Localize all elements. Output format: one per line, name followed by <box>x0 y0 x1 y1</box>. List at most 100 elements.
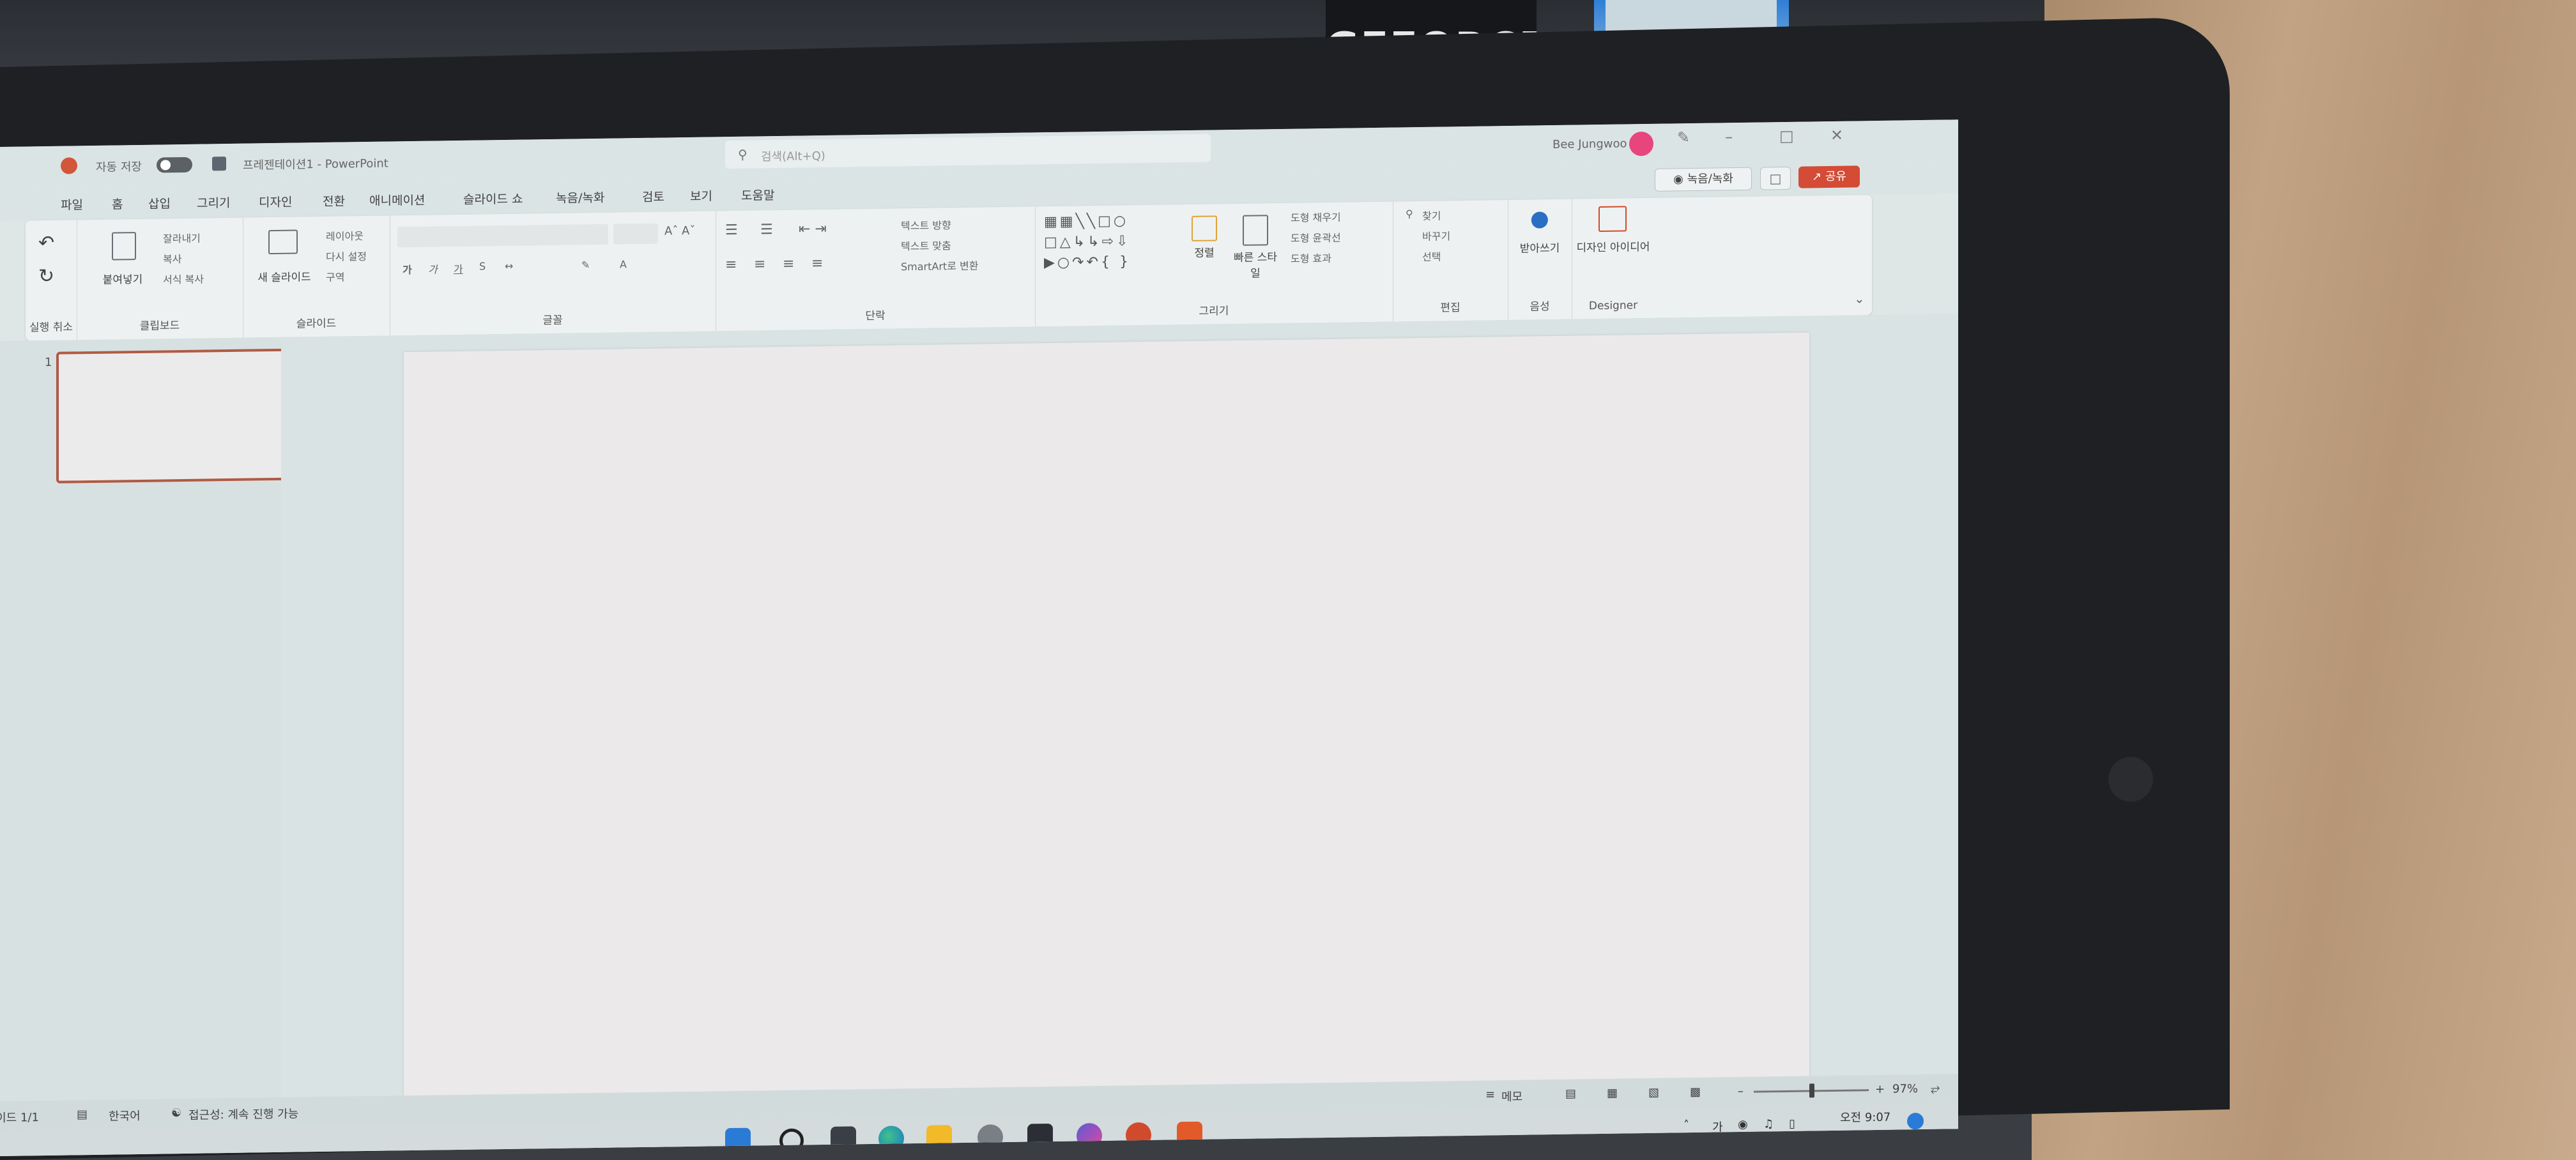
shape-outline-button[interactable]: 도형 윤곽선 <box>1291 229 1341 245</box>
save-icon[interactable] <box>212 156 226 171</box>
indent-icon[interactable]: ⇤ ⇥ <box>799 221 827 238</box>
shapes-gallery-row2[interactable]: □△↳↳⇨⇩ <box>1044 233 1130 250</box>
tab-draw[interactable]: 그리기 <box>197 194 230 211</box>
smartart-button[interactable]: SmartArt로 변환 <box>901 257 978 274</box>
slide-thumbnail[interactable] <box>56 348 293 484</box>
collapse-ribbon-icon[interactable]: ⌄ <box>1854 291 1865 306</box>
pen-icon[interactable]: ✎ <box>1677 128 1690 146</box>
justify-icon[interactable]: ≡ <box>811 256 823 271</box>
arrange-button[interactable]: 정렬 <box>1182 243 1227 260</box>
autosave-toggle[interactable] <box>157 156 192 173</box>
section-button[interactable]: 구역 <box>326 268 344 284</box>
zoom-slider-thumb[interactable] <box>1809 1083 1814 1098</box>
volume-icon[interactable]: ♫ <box>1763 1117 1774 1131</box>
avatar[interactable] <box>1629 131 1653 156</box>
new-slide-icon[interactable] <box>268 229 298 255</box>
comments-button[interactable]: □ <box>1760 166 1791 190</box>
tab-record[interactable]: 녹음/녹화 <box>556 188 604 206</box>
tab-transitions[interactable]: 전환 <box>323 192 345 209</box>
strikethrough-icon[interactable]: S <box>479 260 486 272</box>
text-direction-button[interactable]: 텍스트 방향 <box>901 217 951 233</box>
cut-button[interactable]: 잘라내기 <box>163 230 201 246</box>
align-text-button[interactable]: 텍스트 맞춤 <box>901 237 951 253</box>
font-size-input[interactable] <box>613 223 658 245</box>
settings-gear-icon[interactable] <box>977 1124 1003 1150</box>
paste-icon[interactable] <box>112 232 136 261</box>
character-spacing-icon[interactable]: ↔ <box>505 260 513 272</box>
paste-label[interactable]: 붙여넣기 <box>91 270 155 287</box>
align-right-icon[interactable]: ≡ <box>783 256 794 272</box>
zoom-out-icon[interactable]: – <box>1738 1085 1744 1098</box>
share-button[interactable]: ↗ 공유 <box>1798 165 1860 188</box>
slide-sorter-icon[interactable]: ▦ <box>1607 1087 1618 1100</box>
arrange-icon[interactable] <box>1192 215 1217 241</box>
tab-view[interactable]: 보기 <box>690 187 712 204</box>
wifi-icon[interactable]: ◉ <box>1738 1118 1748 1131</box>
design-ideas-button[interactable]: 디자인 아이디어 <box>1575 238 1652 255</box>
clock-time[interactable]: 오전 9:07 <box>1840 1108 1890 1126</box>
terminal-icon[interactable] <box>1027 1123 1053 1150</box>
underline-button[interactable]: 가 <box>454 261 463 276</box>
notes-button[interactable]: 메모 <box>1501 1088 1522 1104</box>
format-painter-button[interactable]: 서식 복사 <box>163 271 204 287</box>
tab-animations[interactable]: 애니메이션 <box>369 191 425 209</box>
slide-canvas[interactable] <box>404 332 1809 1122</box>
font-color-icon[interactable]: A <box>620 258 627 270</box>
dictate-button[interactable]: 받아쓰기 <box>1514 239 1565 256</box>
zoom-in-icon[interactable]: + <box>1875 1083 1885 1096</box>
search-icon[interactable] <box>779 1128 804 1153</box>
spellcheck-icon[interactable]: ▤ <box>77 1108 88 1121</box>
undo-icon[interactable]: ↶ <box>38 232 54 254</box>
record-button[interactable]: ◉ 녹음/녹화 <box>1655 167 1752 192</box>
find-icon[interactable]: ⚲ <box>1406 208 1413 220</box>
maximize-button[interactable]: □ <box>1779 127 1794 145</box>
reading-view-icon[interactable]: ▧ <box>1648 1086 1659 1099</box>
shapes-gallery-row3[interactable]: ▶○↷↶{ } <box>1044 254 1131 271</box>
replace-button[interactable]: 바꾸기 <box>1422 227 1450 243</box>
normal-view-icon[interactable]: ▤ <box>1565 1087 1576 1101</box>
powerpoint-taskbar-icon[interactable] <box>1126 1122 1151 1149</box>
notification-icon[interactable] <box>1907 1112 1924 1130</box>
user-name[interactable]: Bee Jungwoo <box>1552 137 1627 151</box>
find-button[interactable]: 찾기 <box>1422 208 1441 223</box>
close-button[interactable]: ✕ <box>1830 126 1843 144</box>
edge-browser-icon[interactable] <box>878 1126 904 1152</box>
file-explorer-icon[interactable] <box>926 1125 952 1151</box>
tray-chevron-icon[interactable]: ˄ <box>1683 1118 1689 1132</box>
tab-review[interactable]: 검토 <box>642 187 664 204</box>
reset-button[interactable]: 다시 설정 <box>326 248 367 264</box>
search-input[interactable]: ⚲ 검색(Alt+Q) <box>725 134 1211 169</box>
shape-effects-button[interactable]: 도형 효과 <box>1291 250 1331 266</box>
highlight-icon[interactable]: ✎ <box>581 259 590 271</box>
layout-button[interactable]: 레이아웃 <box>326 227 364 243</box>
minimize-button[interactable]: – <box>1725 128 1733 146</box>
font-name-input[interactable] <box>397 224 608 248</box>
quick-styles-button[interactable]: 빠른 스타일 <box>1230 248 1281 280</box>
battery-icon[interactable]: ▯ <box>1789 1117 1795 1131</box>
tab-insert[interactable]: 삽입 <box>148 194 171 211</box>
new-slide-button[interactable]: 새 슬라이드 <box>249 268 319 285</box>
bullets-icon[interactable]: ☰ <box>725 222 738 238</box>
tab-file[interactable]: 파일 <box>61 195 83 213</box>
accessibility-status[interactable]: 접근성: 계속 진행 가능 <box>188 1104 298 1122</box>
select-button[interactable]: 선택 <box>1422 248 1441 264</box>
dell-app-icon[interactable] <box>1177 1121 1202 1148</box>
copilot-icon[interactable] <box>1077 1122 1102 1149</box>
copy-button[interactable]: 복사 <box>163 250 181 266</box>
ime-indicator[interactable]: 가 <box>1712 1118 1723 1134</box>
windows-start-icon[interactable] <box>725 1127 751 1154</box>
slideshow-icon[interactable]: ▩ <box>1690 1085 1701 1099</box>
fit-slide-icon[interactable]: ⥂ <box>1931 1082 1940 1095</box>
language-indicator[interactable]: 한국어 <box>109 1107 141 1124</box>
font-grow-icon[interactable]: Aˆ Aˇ <box>664 224 695 238</box>
quick-styles-icon[interactable] <box>1243 215 1268 246</box>
italic-button[interactable]: 가 <box>428 261 438 276</box>
bold-button[interactable]: 가 <box>402 261 412 277</box>
numbering-icon[interactable]: ☰ <box>760 222 773 238</box>
redo-icon[interactable]: ↻ <box>38 265 54 287</box>
zoom-level[interactable]: 97% <box>1892 1082 1918 1096</box>
tab-design[interactable]: 디자인 <box>259 193 292 211</box>
design-ideas-icon[interactable] <box>1598 206 1627 233</box>
shape-fill-button[interactable]: 도형 채우기 <box>1291 209 1341 225</box>
microphone-icon[interactable]: ● <box>1530 206 1549 231</box>
